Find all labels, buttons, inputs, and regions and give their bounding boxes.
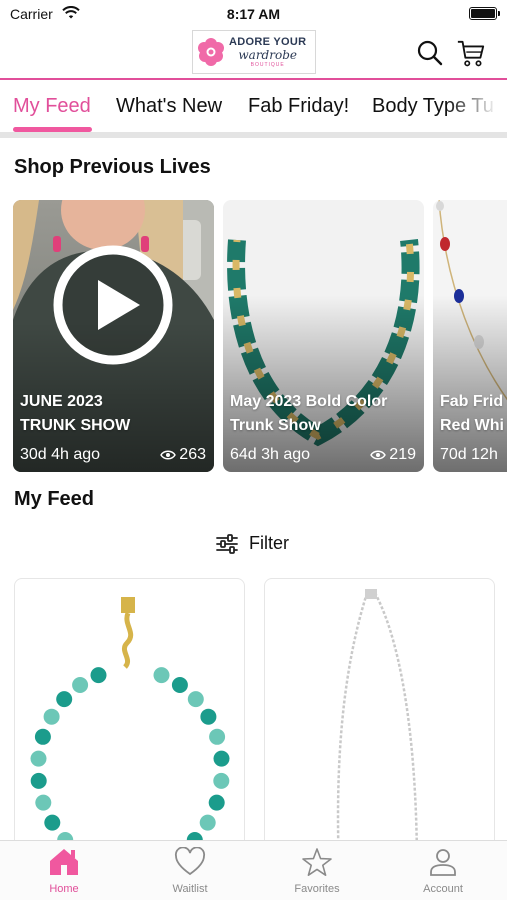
clock: 8:17 AM <box>226 6 281 22</box>
live-title-line1: Fab Frid <box>440 393 504 410</box>
live-title-line1: JUNE 2023 <box>20 393 103 410</box>
status-bar: Carrier 8:17 AM <box>0 0 507 30</box>
bead <box>34 728 51 745</box>
product-card[interactable] <box>264 578 495 868</box>
live-age: 70d 12h <box>440 446 498 463</box>
user-icon <box>430 849 456 876</box>
filter-label: Filter <box>249 533 289 553</box>
brand-logo[interactable]: ADORE YOUR wardrobe BOUTIQUE <box>192 30 316 74</box>
bead <box>199 814 216 831</box>
bead <box>171 677 188 693</box>
live-meta: 64d 3h ago 219 <box>230 446 416 464</box>
live-meta: 70d 12h <box>440 446 507 464</box>
live-views: 263 <box>160 446 206 464</box>
nav-waitlist-label: Waitlist <box>172 883 208 895</box>
live-age: 30d 4h ago <box>20 446 101 463</box>
feed-section-title: My Feed <box>14 488 95 510</box>
sliders-icon <box>216 533 238 554</box>
cart-button[interactable] <box>456 38 486 68</box>
app-header: ADORE YOUR wardrobe BOUTIQUE <box>0 28 507 80</box>
live-views: 219 <box>370 446 416 464</box>
product-image-teal-bead-necklace <box>30 597 230 867</box>
live-meta: 30d 4h ago 263 <box>20 446 206 464</box>
live-card[interactable]: Fab Frid Red Whi 70d 12h <box>433 200 507 472</box>
category-tabs: My Feed What's New Fab Friday! Body Type… <box>0 82 507 138</box>
bead <box>35 794 52 811</box>
previous-lives-carousel[interactable]: JUNE 2023 TRUNK SHOW 30d 4h ago 263 May <box>0 200 507 472</box>
live-title-line2: Red Whi <box>440 417 504 434</box>
flower-logo-icon <box>198 38 224 66</box>
bead <box>187 691 204 708</box>
bead <box>44 814 61 831</box>
logo-line3: BOUTIQUE <box>250 61 285 68</box>
bead <box>213 750 230 767</box>
bead <box>90 667 107 684</box>
tab-my-feed[interactable]: My Feed <box>13 95 91 118</box>
bead <box>153 667 170 684</box>
tab-whats-new[interactable]: What's New <box>116 95 222 118</box>
bead <box>208 794 225 811</box>
bead <box>209 728 226 745</box>
bead <box>30 750 47 767</box>
logo-line1: ADORE YOUR <box>229 35 307 48</box>
eye-icon <box>370 450 387 460</box>
product-image-silver-chain-necklace <box>336 589 419 867</box>
live-title-line2: TRUNK SHOW <box>20 417 131 434</box>
active-tab-indicator <box>13 127 92 132</box>
search-icon <box>417 40 443 66</box>
live-title: Fab Frid Red Whi <box>440 390 504 438</box>
product-card[interactable] <box>14 578 245 868</box>
search-button[interactable] <box>415 38 445 68</box>
live-age: 64d 3h ago <box>230 446 311 463</box>
star-icon <box>302 848 332 876</box>
bead <box>213 772 230 789</box>
live-title-line1: May 2023 Bold Color <box>230 393 388 410</box>
nav-waitlist[interactable]: Waitlist <box>140 847 240 895</box>
filter-button[interactable]: Filter <box>215 533 289 554</box>
nav-account-label: Account <box>423 883 463 895</box>
bead <box>43 708 60 725</box>
live-card[interactable]: May 2023 Bold Color Trunk Show 64d 3h ag… <box>223 200 424 472</box>
nav-home-label: Home <box>49 883 79 895</box>
bottom-tab-bar: Home Waitlist Favorites Account <box>0 840 507 900</box>
live-card[interactable]: JUNE 2023 TRUNK SHOW 30d 4h ago 263 <box>13 200 214 472</box>
nav-favorites-label: Favorites <box>294 883 340 895</box>
cart-icon <box>457 40 485 67</box>
tabs-fade <box>447 82 507 132</box>
nav-account[interactable]: Account <box>393 847 493 895</box>
lives-section-title: Shop Previous Lives <box>14 156 211 178</box>
live-title-line2: Trunk Show <box>230 417 321 434</box>
live-title: May 2023 Bold Color Trunk Show <box>230 390 387 438</box>
bead <box>72 677 89 693</box>
battery-icon <box>469 7 500 20</box>
live-view-count: 219 <box>389 446 416 463</box>
live-title: JUNE 2023 TRUNK SHOW <box>20 390 130 438</box>
bead <box>56 691 73 708</box>
bead <box>200 708 217 725</box>
nav-home[interactable]: Home <box>14 847 114 895</box>
logo-line2: wardrobe <box>238 47 297 62</box>
bead <box>30 772 47 789</box>
nav-favorites[interactable]: Favorites <box>267 847 367 895</box>
play-icon[interactable] <box>52 244 174 366</box>
eye-icon <box>160 450 177 460</box>
home-icon <box>50 849 78 875</box>
heart-icon <box>174 847 206 876</box>
tab-fab-friday[interactable]: Fab Friday! <box>248 95 349 118</box>
live-view-count: 263 <box>179 446 206 463</box>
